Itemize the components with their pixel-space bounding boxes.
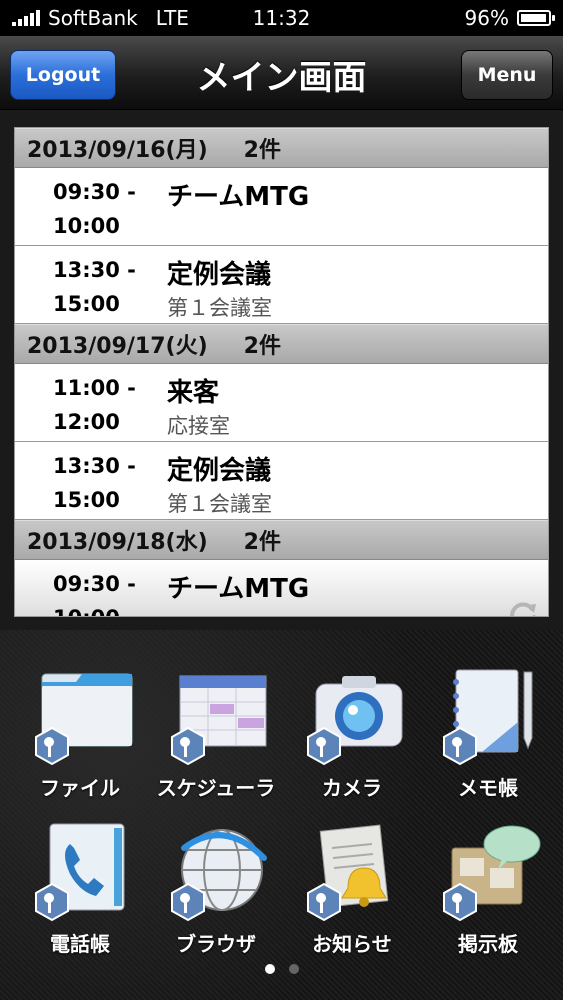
event-title: チームMTG xyxy=(167,574,310,604)
event-end: 15:00 xyxy=(53,292,120,316)
event-title: チームMTG xyxy=(167,182,310,212)
refresh-icon[interactable] xyxy=(506,597,540,617)
app-label: メモ帳 xyxy=(458,776,518,800)
lock-key-icon xyxy=(171,726,205,766)
event-end: 10:00 xyxy=(53,606,120,616)
day-date: 2013/09/17(火) xyxy=(27,334,208,359)
day-header: 2013/09/18(水) 2件 xyxy=(15,520,548,560)
carrier-label: SoftBank xyxy=(48,6,138,30)
navigation-bar: Logout メイン画面 Menu xyxy=(0,36,563,110)
app-browser[interactable]: ブラウザ xyxy=(146,818,286,968)
event-start: 13:30 - xyxy=(53,454,136,478)
lock-key-icon xyxy=(35,882,69,922)
day-date: 2013/09/18(水) xyxy=(27,530,208,555)
day-count: 2件 xyxy=(243,334,281,359)
app-label: お知らせ xyxy=(312,932,392,956)
lock-key-icon xyxy=(35,726,69,766)
battery-icon xyxy=(517,10,555,26)
schedule-list[interactable]: 2013/09/16(月) 2件 09:30 - 10:00 チームMTG 13… xyxy=(14,127,549,617)
day-count: 2件 xyxy=(243,138,281,163)
event-start: 09:30 - xyxy=(53,572,136,596)
day-date: 2013/09/16(月) xyxy=(27,138,208,163)
menu-button[interactable]: Menu xyxy=(461,50,553,100)
app-notepad[interactable]: メモ帳 xyxy=(418,662,558,812)
lock-key-icon xyxy=(307,726,341,766)
event-end: 15:00 xyxy=(53,488,120,512)
app-label: ブラウザ xyxy=(176,932,256,956)
day-header: 2013/09/17(火) 2件 xyxy=(15,324,548,364)
app-notice[interactable]: お知らせ xyxy=(282,818,422,968)
network-label: LTE xyxy=(155,6,189,30)
day-count: 2件 xyxy=(243,530,281,555)
page-dot-active[interactable] xyxy=(264,964,275,974)
event-title: 定例会議 xyxy=(167,260,272,290)
lock-key-icon xyxy=(171,882,205,922)
page-indicator[interactable] xyxy=(0,964,563,974)
app-file[interactable]: ファイル xyxy=(10,662,150,812)
day-header: 2013/09/16(月) 2件 xyxy=(15,128,548,168)
app-launcher: ファイル スケジューラ カメラ メモ帳 電話帳 ブラウザ お知らせ 掲示板 xyxy=(0,630,563,1000)
signal-strength-icon xyxy=(12,10,40,26)
page-dot[interactable] xyxy=(288,964,299,974)
event-start: 11:00 - xyxy=(53,376,136,400)
event-row[interactable]: 11:00 - 12:00 来客 応接室 xyxy=(15,364,548,442)
lock-key-icon xyxy=(443,726,477,766)
app-label: ファイル xyxy=(40,776,120,800)
app-bulletin-board[interactable]: 掲示板 xyxy=(418,818,558,968)
event-place: 第１会議室 xyxy=(167,492,272,516)
event-start: 13:30 - xyxy=(53,258,136,282)
event-end: 10:00 xyxy=(53,214,120,238)
app-camera[interactable]: カメラ xyxy=(282,662,422,812)
event-row[interactable]: 13:30 - 15:00 定例会議 第１会議室 xyxy=(15,246,548,324)
lock-key-icon xyxy=(307,882,341,922)
app-scheduler[interactable]: スケジューラ xyxy=(146,662,286,812)
event-title: 定例会議 xyxy=(167,456,272,486)
app-label: 掲示板 xyxy=(458,932,518,956)
event-row[interactable]: 13:30 - 15:00 定例会議 第１会議室 xyxy=(15,442,548,520)
battery-percent: 96% xyxy=(464,6,509,30)
app-label: 電話帳 xyxy=(50,932,110,956)
lock-key-icon xyxy=(443,882,477,922)
event-place: 第１会議室 xyxy=(167,296,272,320)
event-row[interactable]: 09:30 - 10:00 チームMTG xyxy=(15,560,548,617)
event-end: 12:00 xyxy=(53,410,120,434)
event-title: 来客 xyxy=(167,378,220,408)
event-start: 09:30 - xyxy=(53,180,136,204)
app-phonebook[interactable]: 電話帳 xyxy=(10,818,150,968)
status-bar: SoftBank LTE 11:32 96% xyxy=(0,0,563,36)
app-label: スケジューラ xyxy=(156,776,276,800)
event-place: 応接室 xyxy=(167,414,230,438)
app-label: カメラ xyxy=(322,776,382,800)
event-row[interactable]: 09:30 - 10:00 チームMTG xyxy=(15,168,548,246)
